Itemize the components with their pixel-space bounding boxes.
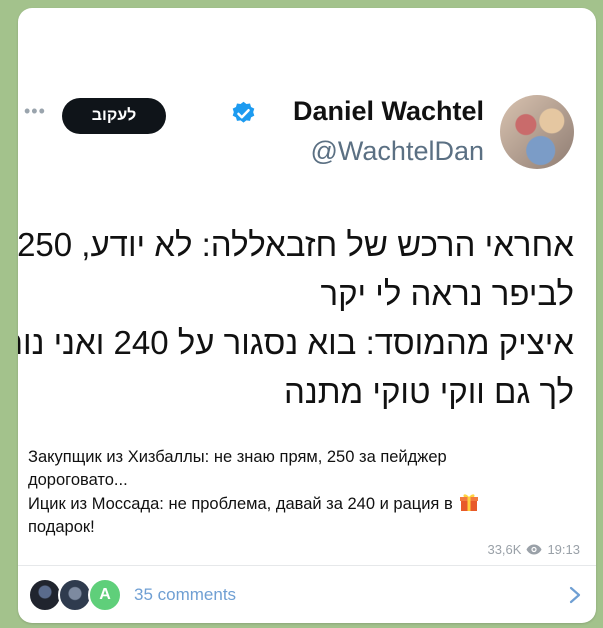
follow-button: לעקוב	[62, 98, 166, 134]
comments-link[interactable]: 35 comments	[134, 585, 236, 605]
message-caption: Закупщик из Хизбаллы: не знаю прям, 250 …	[28, 446, 588, 539]
tweet-screenshot[interactable]: ••• לעקוב Daniel Wachtel @WachtelDan אחר…	[18, 8, 596, 433]
message-time: 19:13	[547, 542, 580, 557]
caption-line: Ицик из Моссада: не проблема, давай за 2…	[28, 492, 588, 516]
commenter-avatar	[58, 578, 92, 612]
gift-icon	[460, 494, 479, 511]
tweet-line: אחראי הרכש של חזבאללה: לא יודע, 250	[18, 226, 574, 263]
caption-line: подарок!	[28, 518, 95, 536]
comments-bar[interactable]: A 35 comments	[18, 566, 596, 623]
chevron-right-icon[interactable]	[569, 586, 581, 604]
commenter-avatar: A	[88, 578, 122, 612]
message-meta: 33,6K 19:13	[487, 542, 580, 557]
caption-line-text: Ицик из Моссада: не проблема, давай за 2…	[28, 495, 453, 513]
tweet-line: איציק מהמוסד: בוא נסגור על 240 ואני נותן	[18, 324, 574, 361]
verified-icon	[232, 101, 255, 123]
tweet-line: לך גם ווקי טוקי מתנה	[283, 373, 574, 410]
tweet-line: לביפר נראה לי יקר	[320, 275, 574, 312]
user-handle: @WachtelDan	[310, 136, 484, 166]
eye-icon	[526, 544, 542, 555]
tweet-text: אחראי הרכש של חזבאללה: לא יודע, 250 לביפ…	[18, 220, 574, 416]
caption-line: дороговато...	[28, 471, 128, 489]
avatar	[500, 95, 574, 169]
display-name: Daniel Wachtel	[292, 96, 484, 126]
caption-line: Закупщик из Хизбаллы: не знаю прям, 250 …	[28, 448, 447, 466]
more-icon: •••	[24, 101, 46, 121]
commenter-avatar	[28, 578, 62, 612]
message-bubble: ••• לעקוב Daniel Wachtel @WachtelDan אחר…	[18, 8, 596, 623]
view-count: 33,6K	[487, 542, 522, 557]
